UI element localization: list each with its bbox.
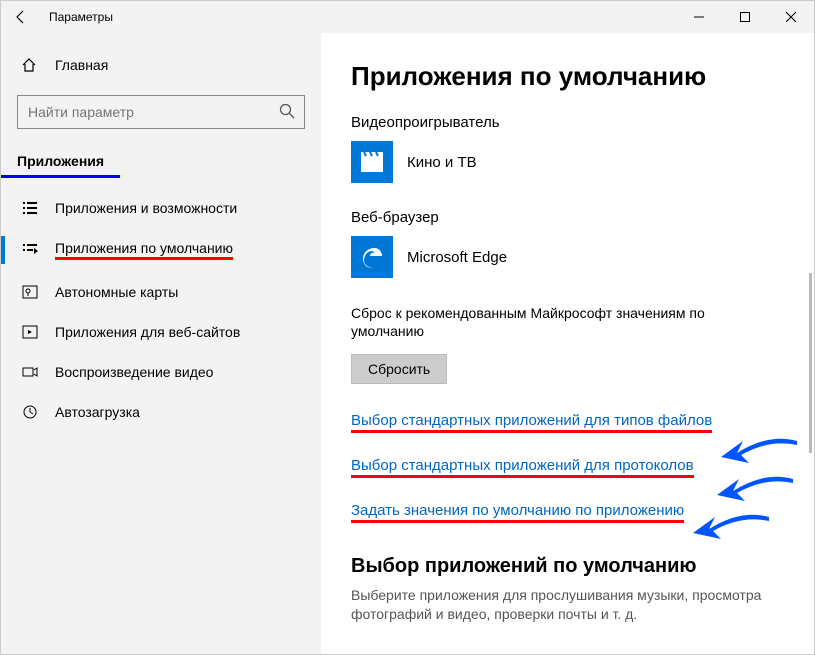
startup-icon [21,404,39,420]
reset-button[interactable]: Сбросить [351,354,447,384]
maximize-button[interactable] [722,1,768,33]
browser-label: Веб-браузер [351,209,784,226]
nav-apps-websites[interactable]: Приложения для веб-сайтов [1,312,321,352]
annotation-arrow [691,511,771,551]
scrollbar[interactable] [809,273,812,453]
close-button[interactable] [768,1,814,33]
nav-apps-features[interactable]: Приложения и возможности [1,188,321,228]
section-heading: Приложения [1,149,120,178]
defaults-icon [21,242,39,258]
nav-offline-maps[interactable]: Автономные карты [1,272,321,312]
video-player-label: Видеопроигрыватель [351,114,784,131]
reset-description: Сброс к рекомендованным Майкрософт значе… [351,304,771,340]
link-protocols[interactable]: Выбор стандартных приложений для протоко… [351,457,694,478]
list-icon [21,200,39,216]
nav-default-apps[interactable]: Приложения по умолчанию [1,228,321,272]
section2-desc: Выберите приложения для прослушивания му… [351,586,784,624]
main-panel: Приложения по умолчанию Видеопроигрывате… [321,33,814,654]
link-file-types[interactable]: Выбор стандартных приложений для типов ф… [351,412,712,433]
movies-tv-icon [351,141,393,183]
search-icon [279,103,295,124]
map-icon [21,284,39,300]
nav-video-playback[interactable]: Воспроизведение видео [1,352,321,392]
home-nav[interactable]: Главная [1,49,321,81]
nav-startup[interactable]: Автозагрузка [1,392,321,432]
back-button[interactable] [1,1,41,33]
edge-icon [351,236,393,278]
home-label: Главная [55,57,108,73]
websites-icon [21,324,39,340]
nav-label: Воспроизведение видео [55,364,213,380]
link-by-app[interactable]: Задать значения по умолчанию по приложен… [351,502,684,523]
home-icon [21,57,39,73]
search-input[interactable] [17,95,305,129]
nav-label: Автономные карты [55,284,178,300]
nav-label: Приложения и возможности [55,200,237,216]
window-title: Параметры [49,10,113,24]
page-title: Приложения по умолчанию [351,61,784,92]
section2-title: Выбор приложений по умолчанию [351,555,784,578]
window-controls [676,1,814,33]
nav-list: Приложения и возможности Приложения по у… [1,188,321,432]
search-wrap [17,95,305,129]
sidebar: Главная Приложения Приложения и возможно… [1,33,321,654]
browser-row[interactable]: Microsoft Edge [351,236,784,278]
video-icon [21,364,39,380]
titlebar: Параметры [1,1,814,33]
nav-label: Автозагрузка [55,404,140,420]
annotation-arrow [719,435,799,475]
annotation-arrow [715,473,795,513]
video-app-name: Кино и ТВ [407,154,477,171]
video-player-row[interactable]: Кино и ТВ [351,141,784,183]
nav-label: Приложения для веб-сайтов [55,324,240,340]
minimize-button[interactable] [676,1,722,33]
browser-app-name: Microsoft Edge [407,249,507,266]
nav-label: Приложения по умолчанию [55,240,233,260]
